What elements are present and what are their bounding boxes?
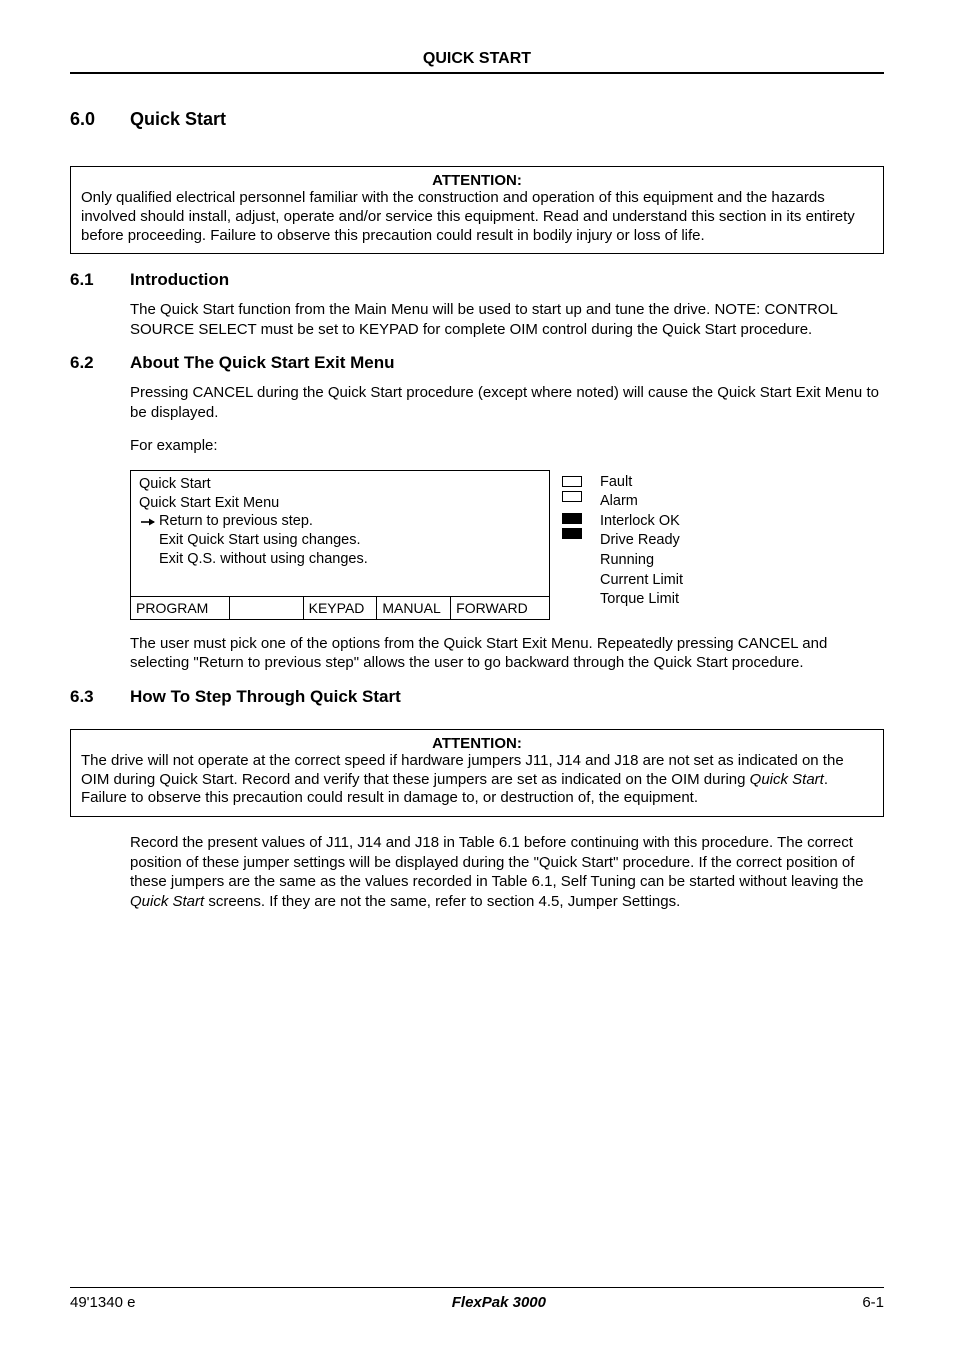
led-drive-ready: [562, 528, 582, 539]
attention-text-italic: Quick Start: [750, 771, 824, 788]
oim-status-row: PROGRAM KEYPAD MANUAL FORWARD: [131, 596, 549, 619]
para-final: Record the present values of J11, J14 an…: [130, 833, 884, 911]
section-title: Quick Start: [130, 109, 226, 130]
status-cell: MANUAL: [377, 597, 451, 619]
oim-menu-item: Exit Quick Start using changes.: [159, 531, 541, 550]
oim-line: Quick Start Exit Menu: [139, 494, 541, 513]
pointer-arrow-icon: [141, 517, 155, 527]
section-title: Introduction: [130, 270, 229, 290]
attention-box-1: ATTENTION: Only qualified electrical per…: [70, 166, 884, 254]
led-label: Drive Ready: [600, 531, 683, 551]
led-label: Running: [600, 551, 683, 571]
footer-right: 6-1: [862, 1294, 884, 1311]
section-title: How To Step Through Quick Start: [130, 687, 401, 707]
led-label: Torque Limit: [600, 590, 683, 610]
led-label: Fault: [600, 473, 683, 493]
led-column: [562, 470, 588, 539]
oim-line: Quick Start: [139, 475, 541, 494]
led-labels: Fault Alarm Interlock OK Drive Ready Run…: [600, 470, 683, 610]
para-6-2-2: For example:: [130, 436, 884, 456]
status-cell: PROGRAM: [131, 597, 230, 619]
para-6-1: The Quick Start function from the Main M…: [130, 300, 884, 339]
led-label: Current Limit: [600, 571, 683, 591]
footer-center: FlexPak 3000: [452, 1294, 546, 1311]
attention-text: The drive will not operate at the correc…: [81, 752, 873, 808]
section-6-2: 6.2 About The Quick Start Exit Menu: [70, 353, 884, 373]
led-interlock-ok: [562, 513, 582, 524]
menu-label: Return to previous step.: [159, 512, 313, 531]
oim-screen: Quick Start Quick Start Exit Menu Return…: [130, 470, 550, 620]
footer-left: 49'1340 e: [70, 1294, 135, 1311]
led-label: Alarm: [600, 492, 683, 512]
section-6-1: 6.1 Introduction: [70, 270, 884, 290]
section-6-3: 6.3 How To Step Through Quick Start: [70, 687, 884, 707]
page-header: QUICK START: [70, 50, 884, 74]
para-6-2-3: The user must pick one of the options fr…: [130, 634, 884, 673]
section-num: 6.3: [70, 687, 130, 707]
attention-title: ATTENTION:: [81, 172, 873, 189]
section-title: About The Quick Start Exit Menu: [130, 353, 394, 373]
section-num: 6.2: [70, 353, 130, 373]
header-title: QUICK START: [423, 50, 531, 67]
page-footer: 49'1340 e FlexPak 3000 6-1: [70, 1287, 884, 1311]
section-num: 6.1: [70, 270, 130, 290]
attention-text: Only qualified electrical personnel fami…: [81, 189, 873, 245]
attention-box-2: ATTENTION: The drive will not operate at…: [70, 729, 884, 817]
para-italic: Quick Start: [130, 893, 204, 910]
oim-menu-item: Exit Q.S. without using changes.: [159, 550, 541, 569]
attention-text-part: The drive will not operate at the correc…: [81, 752, 844, 788]
oim-display: Quick Start Quick Start Exit Menu Return…: [131, 471, 549, 596]
para-text: Record the present values of J11, J14 an…: [130, 834, 864, 890]
led-label: Interlock OK: [600, 512, 683, 532]
para-6-2-1: Pressing CANCEL during the Quick Start p…: [130, 383, 884, 422]
oim-example: Quick Start Quick Start Exit Menu Return…: [130, 470, 884, 620]
oim-menu-item-selected: Return to previous step.: [141, 512, 541, 531]
status-cell: KEYPAD: [304, 597, 378, 619]
status-cell: [230, 597, 304, 619]
para-text: screens. If they are not the same, refer…: [204, 893, 680, 910]
section-num: 6.0: [70, 109, 130, 130]
led-fault: [562, 476, 582, 487]
led-alarm: [562, 491, 582, 502]
section-6-0: 6.0 Quick Start: [70, 109, 884, 130]
attention-title: ATTENTION:: [81, 735, 873, 752]
status-cell: FORWARD: [451, 597, 549, 619]
